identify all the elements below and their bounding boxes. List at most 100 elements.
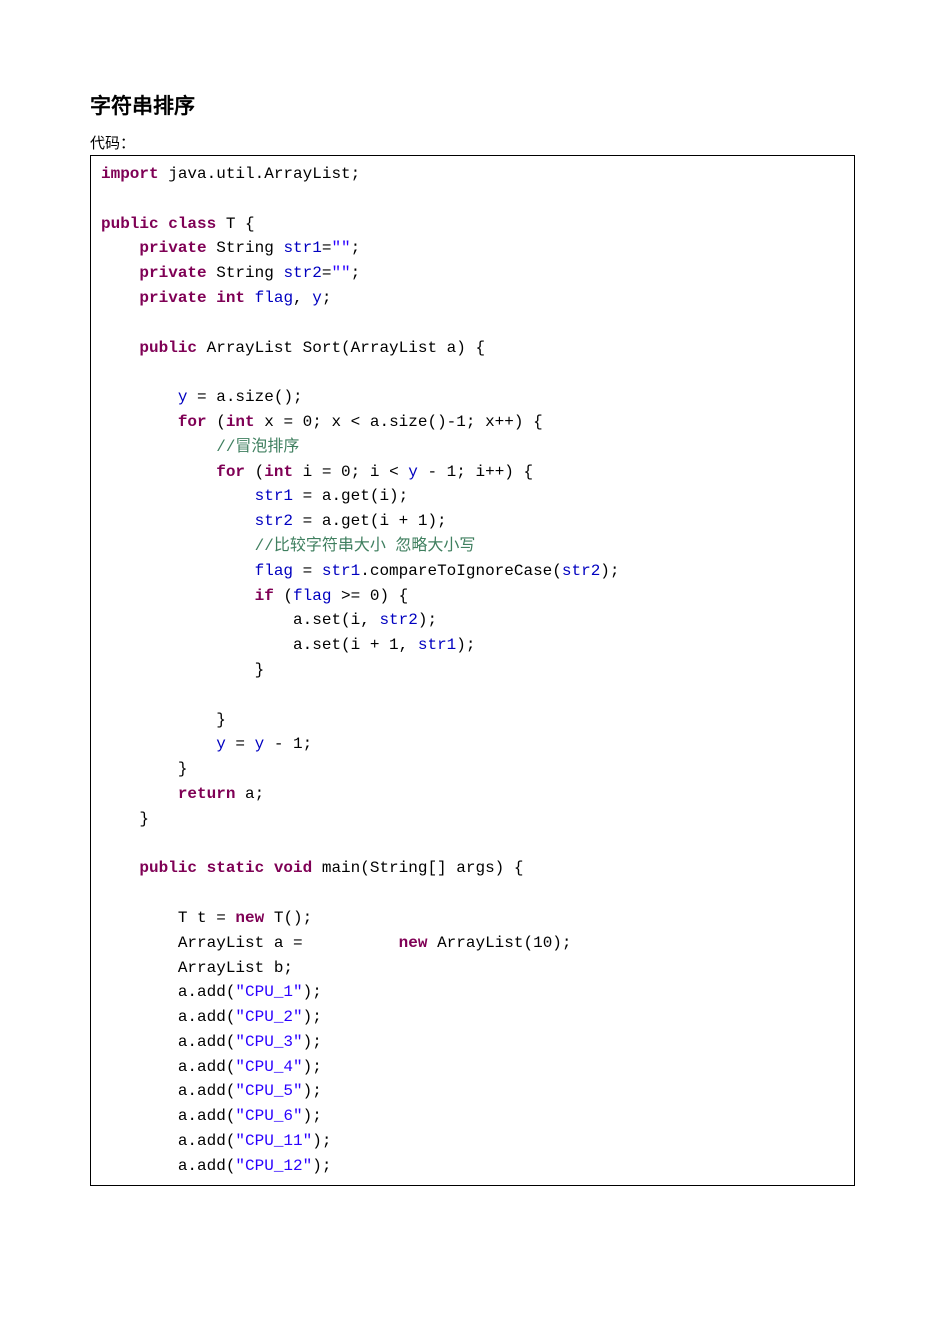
code-text: ArrayList b; [178,959,293,977]
code-text: a.add( [178,1107,236,1125]
document-page: 字符串排序 代码： import java.util.ArrayList; pu… [0,0,945,1226]
code-string: "CPU_11" [235,1132,312,1150]
code-text: ); [312,1132,331,1150]
code-text: = [293,562,322,580]
code-text: ArrayList Sort(ArrayList a) { [197,339,485,357]
code-comment: //冒泡排序 [216,438,299,456]
code-field: str2 [283,264,321,282]
code-text: ); [303,1058,322,1076]
code-keyword: new [235,909,264,927]
code-field: str2 [255,512,293,530]
code-text: ); [456,636,475,654]
code-text: >= 0) { [331,587,408,605]
code-keyword: public static void [139,859,312,877]
code-text: ArrayList a = [178,934,399,952]
code-keyword: private int [139,289,245,307]
code-string: "CPU_1" [235,983,302,1001]
code-field: y [216,735,226,753]
code-text: T(); [264,909,312,927]
code-keyword: for [178,413,207,431]
code-text: main(String[] args) { [312,859,523,877]
code-text: a.add( [178,1033,236,1051]
code-label: 代码： [90,132,855,153]
code-text [245,289,255,307]
code-text: ArrayList(10); [427,934,571,952]
code-text: T t = [178,909,236,927]
code-string: "" [331,264,350,282]
code-text: - 1; [264,735,312,753]
code-keyword: int [264,463,293,481]
code-text: i = 0; i < [293,463,408,481]
code-field: str2 [562,562,600,580]
code-text: a.add( [178,1082,236,1100]
code-text: ; [322,289,332,307]
code-field: y [312,289,322,307]
code-field: y [255,735,265,753]
code-keyword: int [226,413,255,431]
code-text: , [293,289,312,307]
code-string: "CPU_5" [235,1082,302,1100]
code-keyword: public [139,339,197,357]
document-title: 字符串排序 [90,90,855,120]
code-text: a.set(i + 1, [293,636,418,654]
code-field: flag [293,587,331,605]
code-string: "CPU_12" [235,1157,312,1175]
code-keyword: private [139,239,206,257]
code-text: a.add( [178,1008,236,1026]
code-string: "CPU_6" [235,1107,302,1125]
code-string: "CPU_2" [235,1008,302,1026]
code-field: str1 [418,636,456,654]
code-field: flag [255,562,293,580]
code-field: str1 [283,239,321,257]
code-field: str1 [322,562,360,580]
code-text: T { [216,215,254,233]
code-text: ; [351,264,361,282]
code-text: ); [303,983,322,1001]
code-text: a; [235,785,264,803]
code-text: java.util.ArrayList; [159,165,361,183]
code-comment: //比较字符串大小 忽略大小写 [255,537,476,555]
code-field: str1 [255,487,293,505]
code-text: x = 0; x < a.size()-1; x++) { [255,413,543,431]
code-text: } [255,661,265,679]
code-text: = [226,735,255,753]
code-text: ); [418,611,437,629]
code-text: ( [207,413,226,431]
code-keyword: new [399,934,428,952]
code-text: = a.get(i + 1); [293,512,447,530]
code-text: a.add( [178,983,236,1001]
code-text: } [178,760,188,778]
code-text: ); [312,1157,331,1175]
code-text: = [322,264,332,282]
code-field: str2 [379,611,417,629]
code-text: String [207,239,284,257]
code-string: "" [331,239,350,257]
code-text: ); [303,1107,322,1125]
code-string: "CPU_4" [235,1058,302,1076]
code-text: a.set(i, [293,611,379,629]
code-keyword: import [101,165,159,183]
code-text: - 1; i++) { [418,463,533,481]
code-keyword: private [139,264,206,282]
code-text: ); [600,562,619,580]
code-text: ); [303,1082,322,1100]
code-text: a.add( [178,1058,236,1076]
code-text: ); [303,1033,322,1051]
code-text: a.add( [178,1157,236,1175]
code-keyword: for [216,463,245,481]
code-text: ); [303,1008,322,1026]
code-text: a.add( [178,1132,236,1150]
code-text: = a.get(i); [293,487,408,505]
code-field: flag [255,289,293,307]
code-field: y [408,463,418,481]
code-text: = a.size(); [187,388,302,406]
code-text: .compareToIgnoreCase( [360,562,562,580]
code-text: ( [274,587,293,605]
code-text: ( [245,463,264,481]
code-text: String [207,264,284,282]
code-field: y [178,388,188,406]
code-text: = [322,239,332,257]
code-keyword: if [255,587,274,605]
code-text: } [139,810,149,828]
code-keyword: public class [101,215,216,233]
